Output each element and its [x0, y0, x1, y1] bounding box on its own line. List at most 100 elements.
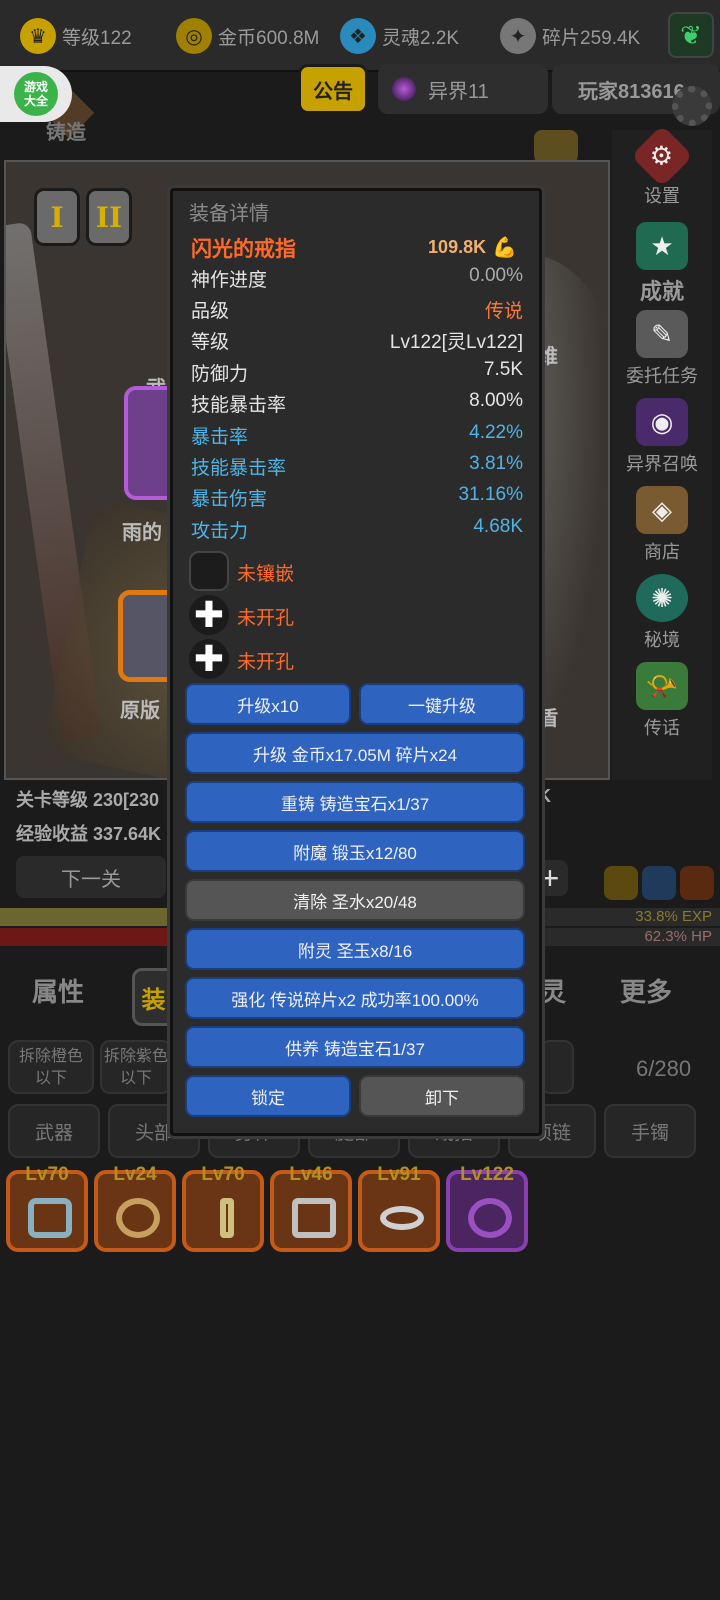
buff-icons [604, 866, 714, 900]
stat-key: 攻击力 [191, 521, 249, 542]
plus-icon[interactable]: ✚ [189, 639, 229, 679]
unequip-button[interactable]: 卸下 [359, 1075, 525, 1117]
shop-bag-icon: ◈ [636, 486, 688, 534]
realm-label: 异界11 [428, 80, 489, 103]
stat-key: 防御力 [191, 364, 249, 385]
stat-value: 传说 [484, 301, 523, 322]
tier-1-button[interactable]: I [34, 188, 80, 246]
stat-row: 品级 传说 [191, 296, 523, 326]
stat-row: 攻击力 4.68K [191, 516, 523, 546]
strengthen-button[interactable]: 强化 传说碎片x2 成功率100.00% [185, 977, 525, 1019]
socket-label: 未开孔 [237, 608, 295, 629]
sidebar-item-settings[interactable]: ⚙ 设置 [612, 124, 712, 214]
inventory-item[interactable]: Lv122 [446, 1164, 528, 1252]
inventory-item[interactable]: Lv70 [6, 1164, 88, 1252]
tab-equipment[interactable]: 装 [132, 968, 172, 1026]
stat-value: 8.00% [469, 390, 523, 411]
tab-attributes[interactable]: 属性 [32, 972, 84, 1009]
stat-value: 4.68K [473, 516, 523, 537]
quest-icon: ✎ [636, 310, 688, 358]
diamond-gear-icon: ⚙ [630, 124, 694, 188]
nurture-button[interactable]: 供养 铸造宝石1/37 [185, 1026, 525, 1068]
clear-button[interactable]: 清除 圣水x20/48 [185, 879, 525, 921]
sidebar-item-shop[interactable]: ◈ 商店 [612, 486, 712, 566]
resource-bar: ♛ 等级122 ◎ 金币600.8M ❖ 灵魂2.2K ✦ 碎片259.4K ❦ [0, 0, 720, 72]
hp-percent: 62.3% HP [644, 928, 712, 945]
secret-realm-icon: ✺ [636, 574, 688, 622]
game-hub-text: 游戏 大全 [14, 72, 58, 116]
lock-button[interactable]: 锁定 [185, 1075, 351, 1117]
forge-label[interactable]: 铸造 [36, 116, 96, 156]
remove-orange-button[interactable]: 拆除橙色 以下 [8, 1040, 94, 1094]
portal-icon: ◉ [636, 398, 688, 446]
gem-socket[interactable] [189, 551, 229, 591]
sidebar-label-broadcast: 传话 [644, 718, 680, 738]
shard-value: 碎片259.4K [542, 27, 641, 49]
tab-more[interactable]: 更多 [620, 972, 672, 1009]
item-level: Lv70 [201, 1164, 245, 1185]
stat-value: 7.5K [483, 359, 523, 380]
stage-level: 关卡等级 230[230 [16, 790, 160, 810]
hat-icon [380, 1206, 424, 1230]
one-click-upgrade-button[interactable]: 一键升级 [359, 683, 525, 725]
upgrade-cost-button[interactable]: 升级 金币x17.05M 碎片x24 [185, 732, 525, 774]
stat-key: 品级 [191, 301, 230, 322]
sort-button[interactable] [540, 1040, 574, 1094]
game-hub-badge[interactable]: 游戏 大全 [0, 66, 72, 122]
item-level: Lv46 [289, 1164, 333, 1185]
shard-icon: ✦ [500, 18, 536, 54]
sidebar-label-achievements: 成就 [639, 279, 684, 304]
category-bracelet[interactable]: 手镯 [604, 1104, 696, 1158]
next-stage-button[interactable]: 下一关 [16, 856, 166, 898]
plus-icon[interactable]: ✚ [189, 595, 229, 635]
spirit-bind-button[interactable]: 附灵 圣玉x8/16 [185, 928, 525, 970]
stat-value: 4.22% [469, 422, 523, 443]
tab-spirit[interactable]: 灵 [540, 972, 566, 1009]
socket-label: 未开孔 [237, 652, 295, 673]
soul-icon: ❖ [340, 18, 376, 54]
tier-2-button[interactable]: II [86, 188, 132, 246]
category-weapon[interactable]: 武器 [8, 1104, 100, 1158]
leaf-icon[interactable]: ❦ [668, 12, 714, 58]
stat-value: 0.00% [469, 265, 523, 286]
inventory-item[interactable]: Lv70 [182, 1164, 264, 1252]
sidebar-item-broadcast[interactable]: 📯 传话 [612, 662, 712, 742]
sidebar-item-achievements[interactable]: ★ 成就 [612, 222, 712, 304]
original-slot[interactable] [118, 590, 174, 682]
upgrade-x10-button[interactable]: 升级x10 [185, 683, 351, 725]
crown-icon: ♛ [20, 18, 56, 54]
inventory-item[interactable]: Lv91 [358, 1164, 440, 1252]
stat-row: 暴击率 4.22% [191, 422, 523, 452]
exp-percent: 33.8% EXP [635, 908, 712, 925]
gear-icon[interactable] [672, 86, 712, 126]
realm-selector[interactable]: 异界11 [378, 64, 548, 114]
weapon-slot[interactable] [124, 386, 176, 500]
stat-row: 防御力 7.5K [191, 359, 523, 389]
enchant-button[interactable]: 附魔 锻玉x12/80 [185, 830, 525, 872]
sidebar-item-summon[interactable]: ◉ 异界召唤 [612, 398, 712, 478]
sidebar-label-secret-realm: 秘境 [644, 630, 680, 650]
sidebar-item-secret-realm[interactable]: ✺ 秘境 [612, 574, 712, 654]
horn-icon: 📯 [636, 662, 688, 710]
inventory-count: 6/280 [636, 1056, 692, 1081]
reforge-button[interactable]: 重铸 铸造宝石x1/37 [185, 781, 525, 823]
stat-row: 暴击伤害 31.16% [191, 484, 523, 514]
stat-key: 神作进度 [191, 270, 268, 291]
gold-value: 金币600.8M [218, 27, 320, 49]
ring-icon [468, 1198, 512, 1238]
stat-key: 暴击率 [191, 427, 249, 448]
chest-armor-icon [292, 1198, 336, 1238]
right-sidebar: ⚙ 设置 ★ 成就 ✎ 委托任务 ◉ 异界召唤 ◈ 商店 ✺ 秘境 📯 传话 [612, 124, 712, 780]
inventory-item[interactable]: Lv24 [94, 1164, 176, 1252]
level-resource: ♛ 等级122 [20, 14, 132, 58]
inventory-item[interactable]: Lv46 [270, 1164, 352, 1252]
remove-purple-button[interactable]: 拆除紫色 以下 [100, 1040, 172, 1094]
stat-row: 技能暴击率 8.00% [191, 390, 523, 420]
soul-value: 灵魂2.2K [382, 27, 460, 49]
weapon-name: 雨的 [122, 522, 162, 544]
stat-row: 神作进度 0.00% [191, 265, 523, 295]
stat-key: 技能暴击率 [191, 458, 287, 479]
sidebar-item-quests[interactable]: ✎ 委托任务 [612, 310, 712, 390]
notice-button[interactable]: 公告 [298, 64, 368, 114]
original-label: 原版 [120, 700, 160, 722]
